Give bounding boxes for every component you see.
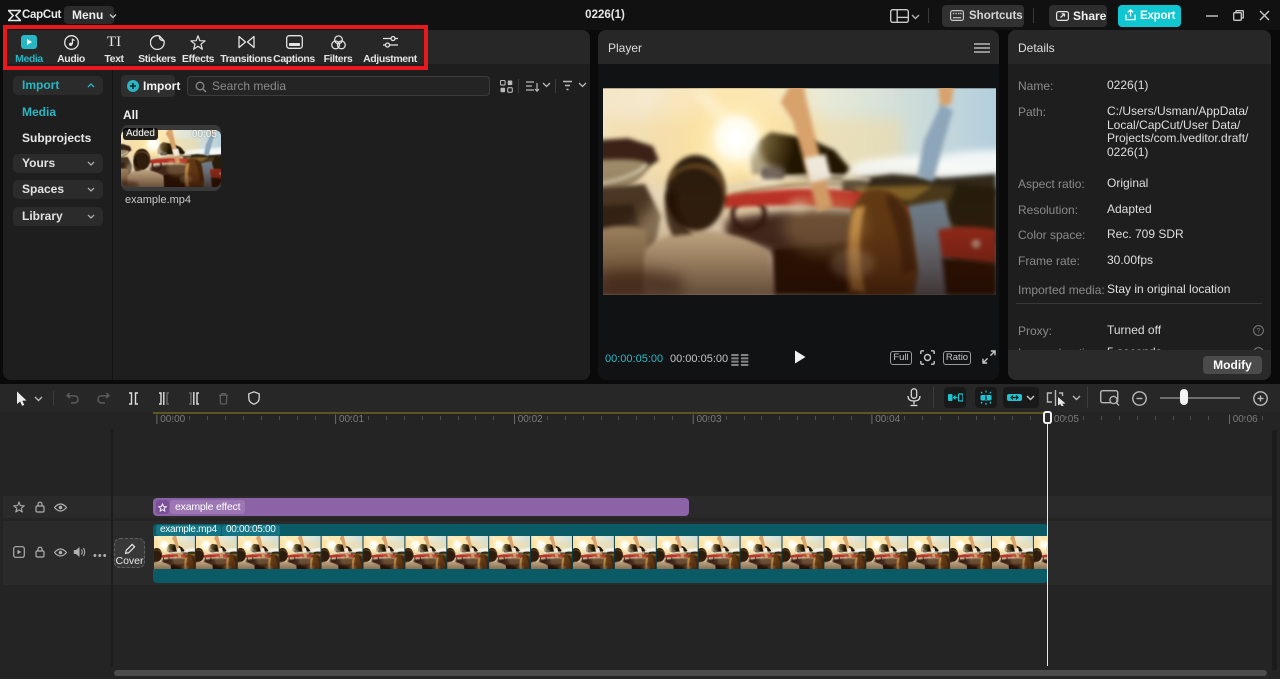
svg-text:?: ? [1257, 328, 1261, 335]
